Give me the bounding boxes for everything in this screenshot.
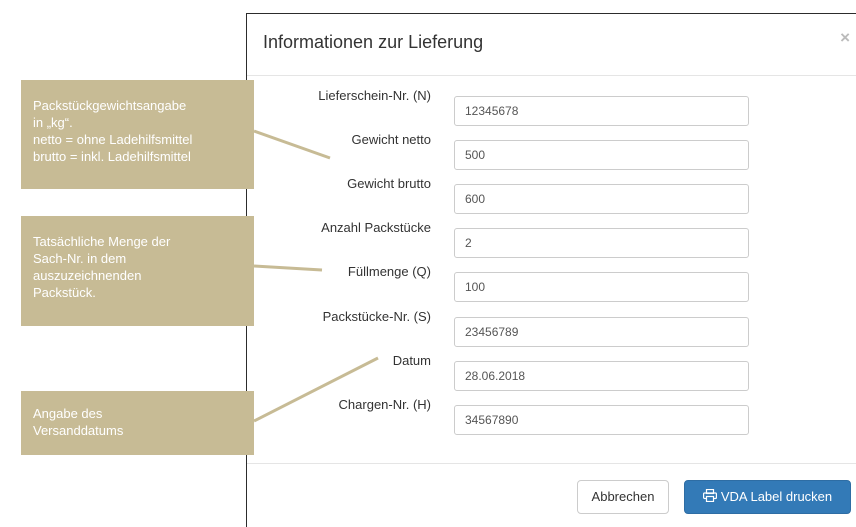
close-icon[interactable]: × (840, 28, 850, 48)
form-row-anzahl-packstuecke: Anzahl Packstücke 2 (247, 218, 856, 258)
annotation-fuellmenge: Tatsächliche Menge der Sach-Nr. in dem a… (21, 216, 254, 326)
footer-divider (247, 463, 856, 464)
annotation-datum: Angabe des Versanddatums (21, 391, 254, 455)
annotation-weight-line: Packstückgewichtsangabe (33, 98, 187, 113)
annotation-weight-line: netto = ohne Ladehilfsmittel (33, 132, 193, 147)
annotation-datum-line: Angabe des (33, 406, 103, 421)
form-row-gewicht-netto: Gewicht netto 500 (247, 130, 856, 170)
form-row-lieferschein: Lieferschein-Nr. (N) 12345678 (247, 86, 856, 126)
form-row-packstuecke-nr: Packstücke-Nr. (S) 23456789 (247, 307, 856, 347)
print-button-label: VDA Label drucken (720, 489, 833, 504)
modal-title: Informationen zur Lieferung (263, 32, 484, 52)
gewicht-netto-input[interactable]: 500 (454, 140, 749, 170)
gewicht-brutto-input[interactable]: 600 (454, 184, 749, 214)
delivery-info-modal: Informationen zur Lieferung × Liefersche… (246, 13, 856, 527)
printer-icon (702, 482, 717, 514)
annotation-datum-line: Versanddatums (33, 423, 124, 438)
field-label-fuellmenge: Füllmenge (Q) (347, 264, 431, 279)
form-row-datum: Datum 28.06.2018 (247, 351, 856, 391)
anzahl-packstuecke-input[interactable]: 2 (454, 228, 749, 258)
lieferschein-input[interactable]: 12345678 (454, 96, 749, 126)
annotation-fuellmenge-line: Sach-Nr. in dem (33, 251, 127, 266)
datum-input[interactable]: 28.06.2018 (454, 361, 749, 391)
cancel-button[interactable]: Abbrechen (577, 480, 669, 514)
print-vda-label-button[interactable]: VDA Label drucken (684, 480, 851, 514)
header-divider (247, 75, 856, 76)
annotation-weight-line: brutto = inkl. Ladehilfsmittel (33, 149, 191, 164)
annotation-fuellmenge-line: Packstück. (33, 285, 96, 300)
field-label-datum: Datum (392, 353, 431, 368)
annotation-weight-line: in „kg“. (33, 115, 73, 130)
chargen-nr-input[interactable]: 34567890 (454, 405, 749, 435)
form-row-fuellmenge: Füllmenge (Q) 100 (247, 262, 856, 302)
field-label-packstuecke-nr: Packstücke-Nr. (S) (322, 309, 431, 324)
form-row-chargen-nr: Chargen-Nr. (H) 34567890 (247, 395, 856, 435)
field-label-chargen-nr: Chargen-Nr. (H) (338, 397, 431, 412)
packstuecke-nr-input[interactable]: 23456789 (454, 317, 749, 347)
field-label-gewicht-netto: Gewicht netto (351, 132, 432, 147)
annotation-fuellmenge-line: auszuzeichnenden (33, 268, 142, 283)
annotation-fuellmenge-line: Tatsächliche Menge der (33, 234, 171, 249)
form-row-gewicht-brutto: Gewicht brutto 600 (247, 174, 856, 214)
fuellmenge-input[interactable]: 100 (454, 272, 749, 302)
field-label-anzahl-packstuecke: Anzahl Packstücke (321, 220, 431, 235)
field-label-gewicht-brutto: Gewicht brutto (347, 176, 431, 191)
field-label-lieferschein: Lieferschein-Nr. (N) (318, 88, 431, 103)
annotation-weight: Packstückgewichtsangabe in „kg“. netto =… (21, 80, 254, 189)
